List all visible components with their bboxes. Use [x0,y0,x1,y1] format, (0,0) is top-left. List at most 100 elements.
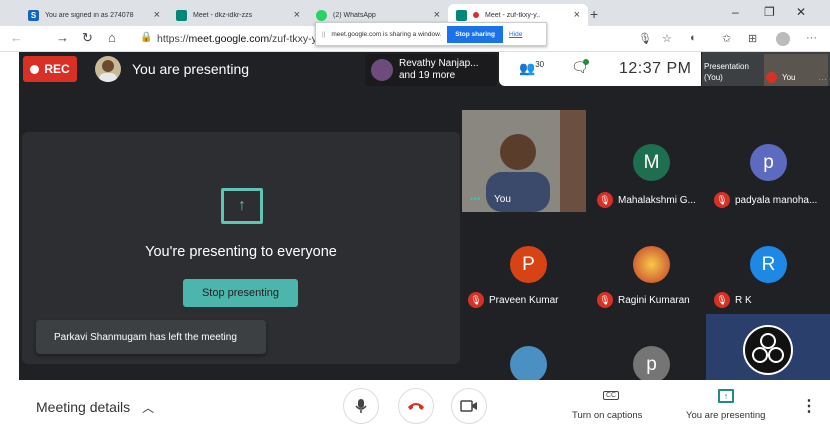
more-options-icon[interactable]: ⋯ [818,74,827,85]
forward-icon[interactable]: → [56,30,69,45]
self-video-tile[interactable]: ••• You [462,110,586,212]
rec-label: REC [44,62,70,76]
thumb-you-label: You [782,73,796,82]
presenting-message: You're presenting to everyone [145,244,337,260]
extension-icon[interactable]: ◐ [690,32,697,44]
participant-tile[interactable]: 🎙 Ragini Kumaran [591,214,713,314]
captions-button-label[interactable]: Turn on captions [572,410,642,421]
close-tab-icon[interactable]: × [574,9,580,21]
microphone-button[interactable] [343,388,379,424]
url-host: meet.google.com [188,33,270,45]
tile-name: Ragini Kumaran [618,294,690,306]
participant-tile[interactable]: R 🎙 R K [708,214,830,314]
thumb-subtitle: (You) [704,73,723,82]
participant-tile[interactable]: p [591,322,713,383]
chevron-up-icon: ︿ [142,401,155,415]
close-tab-icon[interactable]: × [434,9,440,21]
stop-presenting-button[interactable]: Stop presenting [183,279,298,307]
maximize-icon[interactable]: ❐ [764,5,775,19]
record-dot-icon [30,64,40,74]
participant-tile[interactable]: p 🎙 padyala manoha... [708,110,830,210]
tile-name: padyala manoha... [735,194,818,206]
browser-menu-icon[interactable]: ··· [806,32,817,44]
back-icon[interactable]: ← [10,30,23,45]
presenter-avatar [95,56,121,82]
presentation-thumbnail[interactable]: Presentation (You) You ⋯ [702,52,830,86]
meeting-controls-bar: Meeting details ︿ CC Turn on captions ↑ … [19,380,830,432]
stop-sharing-button[interactable]: Stop sharing [447,25,503,43]
browser-tab-meet-dkz[interactable]: Meet - dkz-idkr-zzs × [168,4,308,26]
url-scheme: https:// [157,33,189,45]
close-window-icon[interactable]: ✕ [796,5,806,19]
leave-call-button[interactable] [398,388,434,424]
close-tab-icon[interactable]: × [294,9,300,21]
muted-mic-icon: 🎙 [468,292,484,308]
drag-handle-icon[interactable]: || [322,31,325,38]
obs-studio-icon [743,325,793,375]
video-camera-icon [460,400,477,412]
tab-title: You are signed in as 274078 [45,11,134,19]
meeting-clock: 12:37 PM [619,60,692,77]
muted-mic-icon: 🎙 [714,192,730,208]
participant-tile[interactable]: M 🎙 Mahalakshmi G... [591,110,713,210]
recording-badge: REC [23,56,77,82]
notification-line-2: and 19 more [399,70,456,81]
favorites-icon[interactable]: ✩ [722,32,731,45]
participant-avatar [371,59,393,81]
present-now-icon[interactable]: ↑ [718,389,734,403]
microphone-icon [355,399,367,413]
microphone-permission-icon[interactable]: 🎙 [638,32,652,45]
thumb-title: Presentation [704,62,749,71]
presenting-status-label: You are presenting [132,61,250,77]
tab-favicon-icon: S [28,9,39,21]
muted-mic-icon [766,72,777,83]
closed-captions-icon[interactable]: CC [603,391,620,400]
whatsapp-favicon-icon [316,9,327,21]
hang-up-icon [408,403,424,410]
more-options-icon[interactable]: ⋮ [801,396,817,416]
join-notification[interactable]: Revathy Nanjap... and 19 more [365,54,497,86]
browser-tab-signed-in[interactable]: S You are signed in as 274078 × [20,4,168,26]
participant-avatar: R [750,246,787,283]
participant-photo-avatar [633,246,670,283]
participant-avatar: p [750,144,787,181]
muted-mic-icon: 🎙 [597,192,613,208]
meet-favicon-icon [456,9,467,21]
tile-name: R K [735,294,752,306]
bookmark-star-icon[interactable]: ☆ [662,32,672,45]
collections-icon[interactable]: ⊞ [748,32,757,45]
meet-favicon-icon [176,9,187,21]
tab-title: Meet - zuf-tkxy-y.. [485,11,541,19]
presenting-button-label[interactable]: You are presenting [686,410,765,421]
minimize-icon[interactable]: – [732,5,739,19]
tile-name: Mahalakshmi G... [618,194,696,206]
home-icon[interactable]: ⌂ [108,30,116,45]
participant-tile[interactable]: P 🎙 Praveen Kumar [468,214,590,314]
meeting-details-button[interactable]: Meeting details ︿ [36,399,154,416]
sharing-notification-bar: || meet.google.com is sharing a window. … [315,22,547,46]
participant-avatar: P [510,246,547,283]
more-options-icon[interactable]: ••• [470,194,481,205]
profile-avatar[interactable] [776,32,790,46]
muted-mic-icon: 🎙 [597,292,613,308]
camera-button[interactable] [451,388,487,424]
tile-name: Praveen Kumar [489,294,559,306]
participant-tile[interactable] [706,314,830,380]
close-tab-icon[interactable]: × [154,9,160,21]
url-field[interactable]: https://meet.google.com/zuf-tkxy-yo [157,33,323,45]
tab-title: Meet - dkz-idkr-zzs [193,11,253,19]
new-tab-icon[interactable]: + [590,6,598,22]
notification-line-1: Revathy Nanjap... [399,58,479,69]
meeting-info-bar: 👥30 🗨 12:37 PM [499,52,701,86]
people-button[interactable]: 👥30 [519,60,544,76]
participant-avatar: p [633,346,670,383]
hide-button[interactable]: Hide [509,31,522,38]
present-screen-icon: ↑ [221,188,263,224]
meeting-details-label: Meeting details [36,399,131,415]
participant-tile[interactable] [468,322,590,383]
recording-indicator-icon [473,12,479,18]
refresh-icon[interactable]: ↻ [82,30,93,46]
muted-mic-icon: 🎙 [714,292,730,308]
sharing-message: meet.google.com is sharing a window. [331,30,442,38]
participant-photo-avatar [510,346,547,383]
